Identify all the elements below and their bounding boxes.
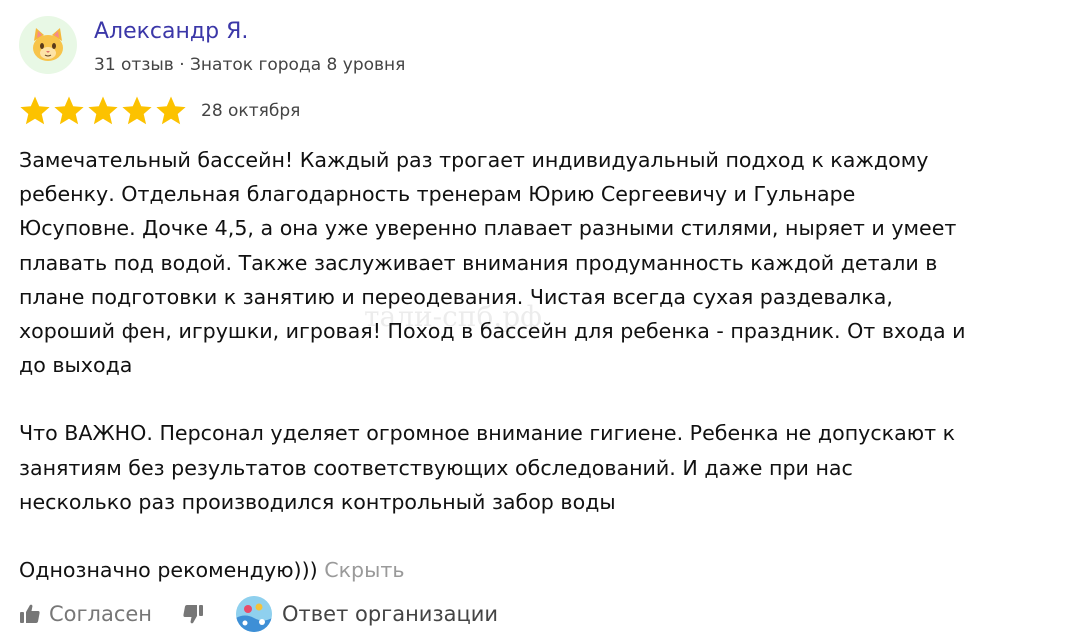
author-name[interactable]: Александр Я. (94, 18, 248, 46)
review-actions: Согласен Ответ организации (19, 594, 498, 634)
author-meta: 31 отзыв · Знаток города 8 уровня (94, 55, 406, 75)
org-reply-label: Ответ организации (282, 602, 499, 626)
like-button[interactable]: Согласен (19, 602, 152, 626)
review-card: Александр Я. 31 отзыв · Знаток города 8 … (19, 0, 1069, 639)
organization-logo-icon (236, 596, 273, 632)
thumbs-down-icon (183, 605, 204, 624)
review-author: Александр Я. 31 отзыв · Знаток города 8 … (19, 16, 619, 80)
org-reply-button[interactable]: Ответ организации (236, 596, 498, 632)
star-icon (122, 96, 152, 125)
star-rating (19, 95, 187, 127)
review-paragraph-2: Что ВАЖНО. Персонал уделяет огромное вни… (19, 421, 956, 514)
collapse-link[interactable]: Скрыть (324, 558, 404, 582)
dislike-button[interactable] (182, 603, 204, 625)
rating-row: 28 октября (19, 94, 300, 128)
review-text: Замечательный бассейн! Каждый раз трогае… (19, 143, 1067, 587)
star-icon (54, 96, 84, 125)
org-avatar (236, 596, 273, 632)
like-label: Согласен (49, 602, 153, 626)
thumbs-up-icon (20, 604, 40, 623)
review-paragraph-1: Замечательный бассейн! Каждый раз трогае… (19, 148, 966, 378)
author-avatar[interactable] (19, 16, 77, 74)
star-icon (156, 96, 186, 125)
cat-face-icon (33, 28, 63, 61)
review-paragraph-3: Однозначно рекомендую))) Скрыть (19, 553, 1067, 587)
star-icon (88, 96, 118, 125)
star-icon (20, 96, 50, 125)
review-date: 28 октября (201, 101, 301, 121)
review-paragraph-3-text: Однозначно рекомендую))) (19, 558, 318, 583)
